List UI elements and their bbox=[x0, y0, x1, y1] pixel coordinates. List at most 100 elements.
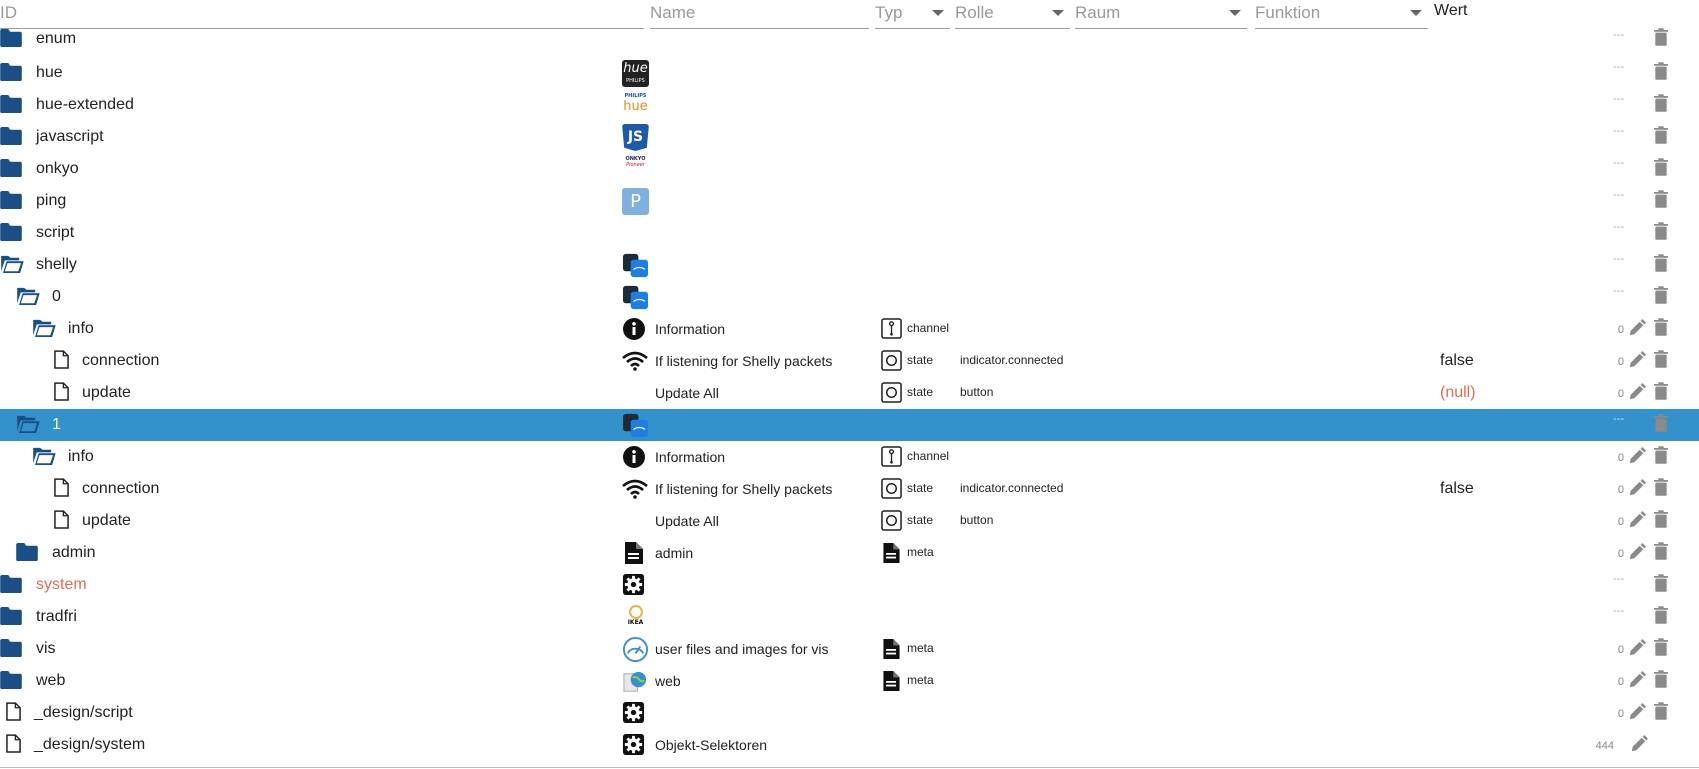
table-row[interactable]: web web meta 0 bbox=[0, 665, 1699, 697]
trash-icon[interactable] bbox=[1654, 158, 1668, 176]
pencil-icon[interactable] bbox=[1628, 351, 1646, 369]
row-name: Update All bbox=[655, 513, 719, 529]
table-row[interactable]: connection If listening for Shelly packe… bbox=[0, 473, 1699, 505]
table-row[interactable]: connection If listening for Shelly packe… bbox=[0, 345, 1699, 377]
trash-icon[interactable] bbox=[1654, 574, 1668, 592]
table-row[interactable]: _design/system Objekt-Selektoren 444 bbox=[0, 729, 1699, 761]
table-row-selected[interactable]: 1 --- bbox=[0, 409, 1699, 441]
file-icon[interactable] bbox=[54, 382, 69, 401]
chevron-down-icon[interactable] bbox=[1052, 10, 1064, 16]
folder-open-icon[interactable] bbox=[0, 255, 24, 273]
folder-icon[interactable] bbox=[16, 543, 38, 561]
file-icon[interactable] bbox=[54, 510, 69, 529]
pencil-icon[interactable] bbox=[1628, 543, 1646, 561]
table-row[interactable]: hue-extended PHILIPS hue --- bbox=[0, 89, 1699, 121]
pencil-icon[interactable] bbox=[1628, 671, 1646, 689]
trash-icon[interactable] bbox=[1654, 638, 1668, 656]
hue-logo: hue PHILIPS bbox=[622, 60, 649, 87]
trash-icon[interactable] bbox=[1654, 190, 1668, 208]
chevron-down-icon[interactable] bbox=[1229, 10, 1241, 16]
table-row[interactable]: info Information channel 0 bbox=[0, 441, 1699, 473]
folder-open-icon[interactable] bbox=[32, 447, 56, 465]
row-value[interactable]: false bbox=[1440, 352, 1474, 370]
trash-icon[interactable] bbox=[1654, 62, 1668, 80]
table-row[interactable]: update Update All state button (null) 0 bbox=[0, 377, 1699, 409]
file-icon[interactable] bbox=[6, 702, 21, 721]
state-type-icon bbox=[881, 478, 902, 499]
folder-icon[interactable] bbox=[0, 63, 22, 81]
trash-icon[interactable] bbox=[1654, 446, 1668, 464]
file-icon[interactable] bbox=[54, 350, 69, 369]
folder-icon[interactable] bbox=[0, 127, 22, 145]
trash-icon[interactable] bbox=[1654, 606, 1668, 624]
row-type: channel bbox=[907, 321, 950, 335]
folder-icon[interactable] bbox=[0, 575, 22, 593]
pencil-icon[interactable] bbox=[1628, 319, 1646, 337]
folder-open-icon[interactable] bbox=[16, 287, 40, 305]
shelly-logo bbox=[622, 412, 649, 439]
pencil-icon[interactable] bbox=[1630, 735, 1648, 753]
info-icon bbox=[622, 445, 646, 469]
pencil-icon[interactable] bbox=[1628, 479, 1646, 497]
table-row[interactable]: javascript JS --- bbox=[0, 121, 1699, 153]
folder-icon[interactable] bbox=[0, 671, 22, 689]
pencil-icon[interactable] bbox=[1628, 703, 1646, 721]
table-row[interactable]: tradfri IKEA --- bbox=[0, 601, 1699, 633]
trash-icon[interactable] bbox=[1654, 542, 1668, 560]
pencil-icon[interactable] bbox=[1628, 639, 1646, 657]
pencil-icon[interactable] bbox=[1628, 447, 1646, 465]
table-row[interactable]: enum --- bbox=[0, 25, 1699, 57]
table-row[interactable]: script --- bbox=[0, 217, 1699, 249]
folder-icon[interactable] bbox=[0, 223, 22, 241]
row-value[interactable]: (null) bbox=[1440, 384, 1476, 402]
trash-icon[interactable] bbox=[1654, 702, 1668, 720]
table-row[interactable]: shelly --- bbox=[0, 249, 1699, 281]
table-row[interactable]: vis user files and images for vis meta 0 bbox=[0, 633, 1699, 665]
acl-text: --- bbox=[1613, 61, 1624, 73]
trash-icon[interactable] bbox=[1654, 670, 1668, 688]
row-role: button bbox=[960, 385, 994, 399]
table-row[interactable]: hue hue PHILIPS --- bbox=[0, 57, 1699, 89]
trash-icon[interactable] bbox=[1654, 510, 1668, 528]
state-type-icon bbox=[881, 382, 902, 403]
row-id: tradfri bbox=[36, 608, 77, 625]
trash-icon[interactable] bbox=[1654, 222, 1668, 240]
table-row[interactable]: onkyo ONKYO Pioneer --- bbox=[0, 153, 1699, 185]
folder-icon[interactable] bbox=[0, 607, 22, 625]
folder-icon[interactable] bbox=[0, 159, 22, 177]
table-row[interactable]: ping P --- bbox=[0, 185, 1699, 217]
folder-open-icon[interactable] bbox=[32, 319, 56, 337]
trash-icon[interactable] bbox=[1654, 126, 1668, 144]
pencil-icon[interactable] bbox=[1628, 383, 1646, 401]
file-icon[interactable] bbox=[6, 734, 21, 753]
table-row[interactable]: admin admin meta 0 bbox=[0, 537, 1699, 569]
folder-open-icon[interactable] bbox=[16, 415, 40, 433]
row-id: onkyo bbox=[36, 160, 79, 177]
chevron-down-icon[interactable] bbox=[932, 10, 944, 16]
table-row[interactable]: update Update All state button 0 bbox=[0, 505, 1699, 537]
table-row[interactable]: 0 --- bbox=[0, 281, 1699, 313]
trash-icon[interactable] bbox=[1654, 254, 1668, 272]
trash-icon[interactable] bbox=[1654, 350, 1668, 368]
trash-icon[interactable] bbox=[1654, 382, 1668, 400]
chevron-down-icon[interactable] bbox=[1410, 10, 1422, 16]
folder-icon[interactable] bbox=[0, 639, 22, 657]
trash-icon[interactable] bbox=[1654, 414, 1668, 432]
trash-icon[interactable] bbox=[1654, 286, 1668, 304]
file-icon[interactable] bbox=[54, 478, 69, 497]
acl-text: --- bbox=[1613, 125, 1624, 137]
table-row[interactable]: info Information channel 0 bbox=[0, 313, 1699, 345]
acl-text: 0 bbox=[1617, 708, 1624, 720]
table-row[interactable]: _design/script 0 bbox=[0, 697, 1699, 729]
trash-icon[interactable] bbox=[1654, 28, 1668, 46]
table-row[interactable]: system --- bbox=[0, 569, 1699, 601]
acl-text: 0 bbox=[1617, 324, 1624, 336]
folder-icon[interactable] bbox=[0, 95, 22, 113]
pencil-icon[interactable] bbox=[1628, 511, 1646, 529]
folder-icon[interactable] bbox=[0, 191, 22, 209]
trash-icon[interactable] bbox=[1654, 318, 1668, 336]
folder-icon[interactable] bbox=[0, 29, 22, 47]
row-value[interactable]: false bbox=[1440, 480, 1474, 498]
trash-icon[interactable] bbox=[1654, 94, 1668, 112]
trash-icon[interactable] bbox=[1654, 478, 1668, 496]
